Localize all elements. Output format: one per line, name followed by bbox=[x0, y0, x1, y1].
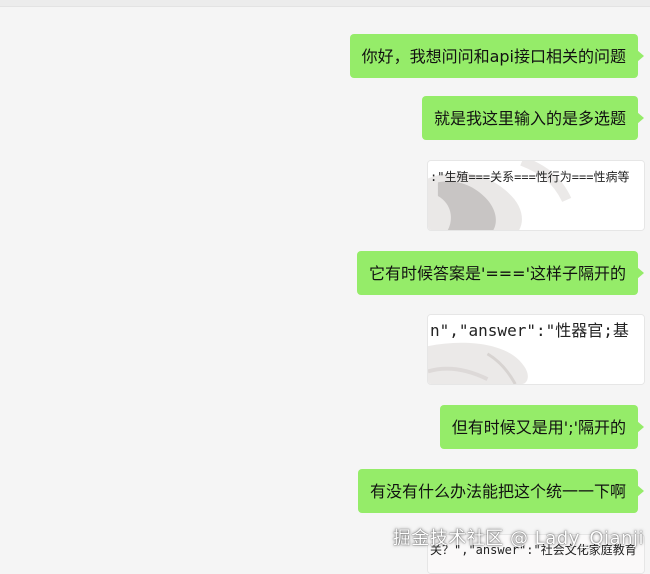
image-text: :"生殖===关系===性行为===性病等 bbox=[430, 170, 630, 184]
message-bubble[interactable]: 但有时候又是用';'隔开的 bbox=[439, 405, 645, 449]
message-text: 但有时候又是用';'隔开的 bbox=[451, 418, 626, 437]
message-bubble[interactable]: 就是我这里输入的是多选题 bbox=[421, 96, 645, 140]
top-divider bbox=[0, 0, 650, 7]
watermark: 掘金技术社区 @ Lady_Qianji bbox=[392, 528, 644, 549]
message-text: 有没有什么办法能把这个统一一下啊 bbox=[369, 482, 626, 501]
message-text: 它有时候答案是'==='这样子隔开的 bbox=[368, 264, 626, 283]
message-text: 就是我这里输入的是多选题 bbox=[433, 109, 626, 128]
message-bubble[interactable]: 你好，我想问问和api接口相关的问题 bbox=[349, 34, 645, 78]
message-bubble[interactable]: 有没有什么办法能把这个统一一下啊 bbox=[357, 469, 645, 513]
image-message[interactable]: n","answer":"性器官;基 bbox=[427, 314, 645, 385]
message-bubble[interactable]: 它有时候答案是'==='这样子隔开的 bbox=[356, 251, 645, 295]
image-message[interactable]: :"生殖===关系===性行为===性病等 bbox=[427, 160, 645, 231]
message-text: 你好，我想问问和api接口相关的问题 bbox=[361, 47, 626, 66]
image-text: n","answer":"性器官;基 bbox=[430, 321, 629, 340]
